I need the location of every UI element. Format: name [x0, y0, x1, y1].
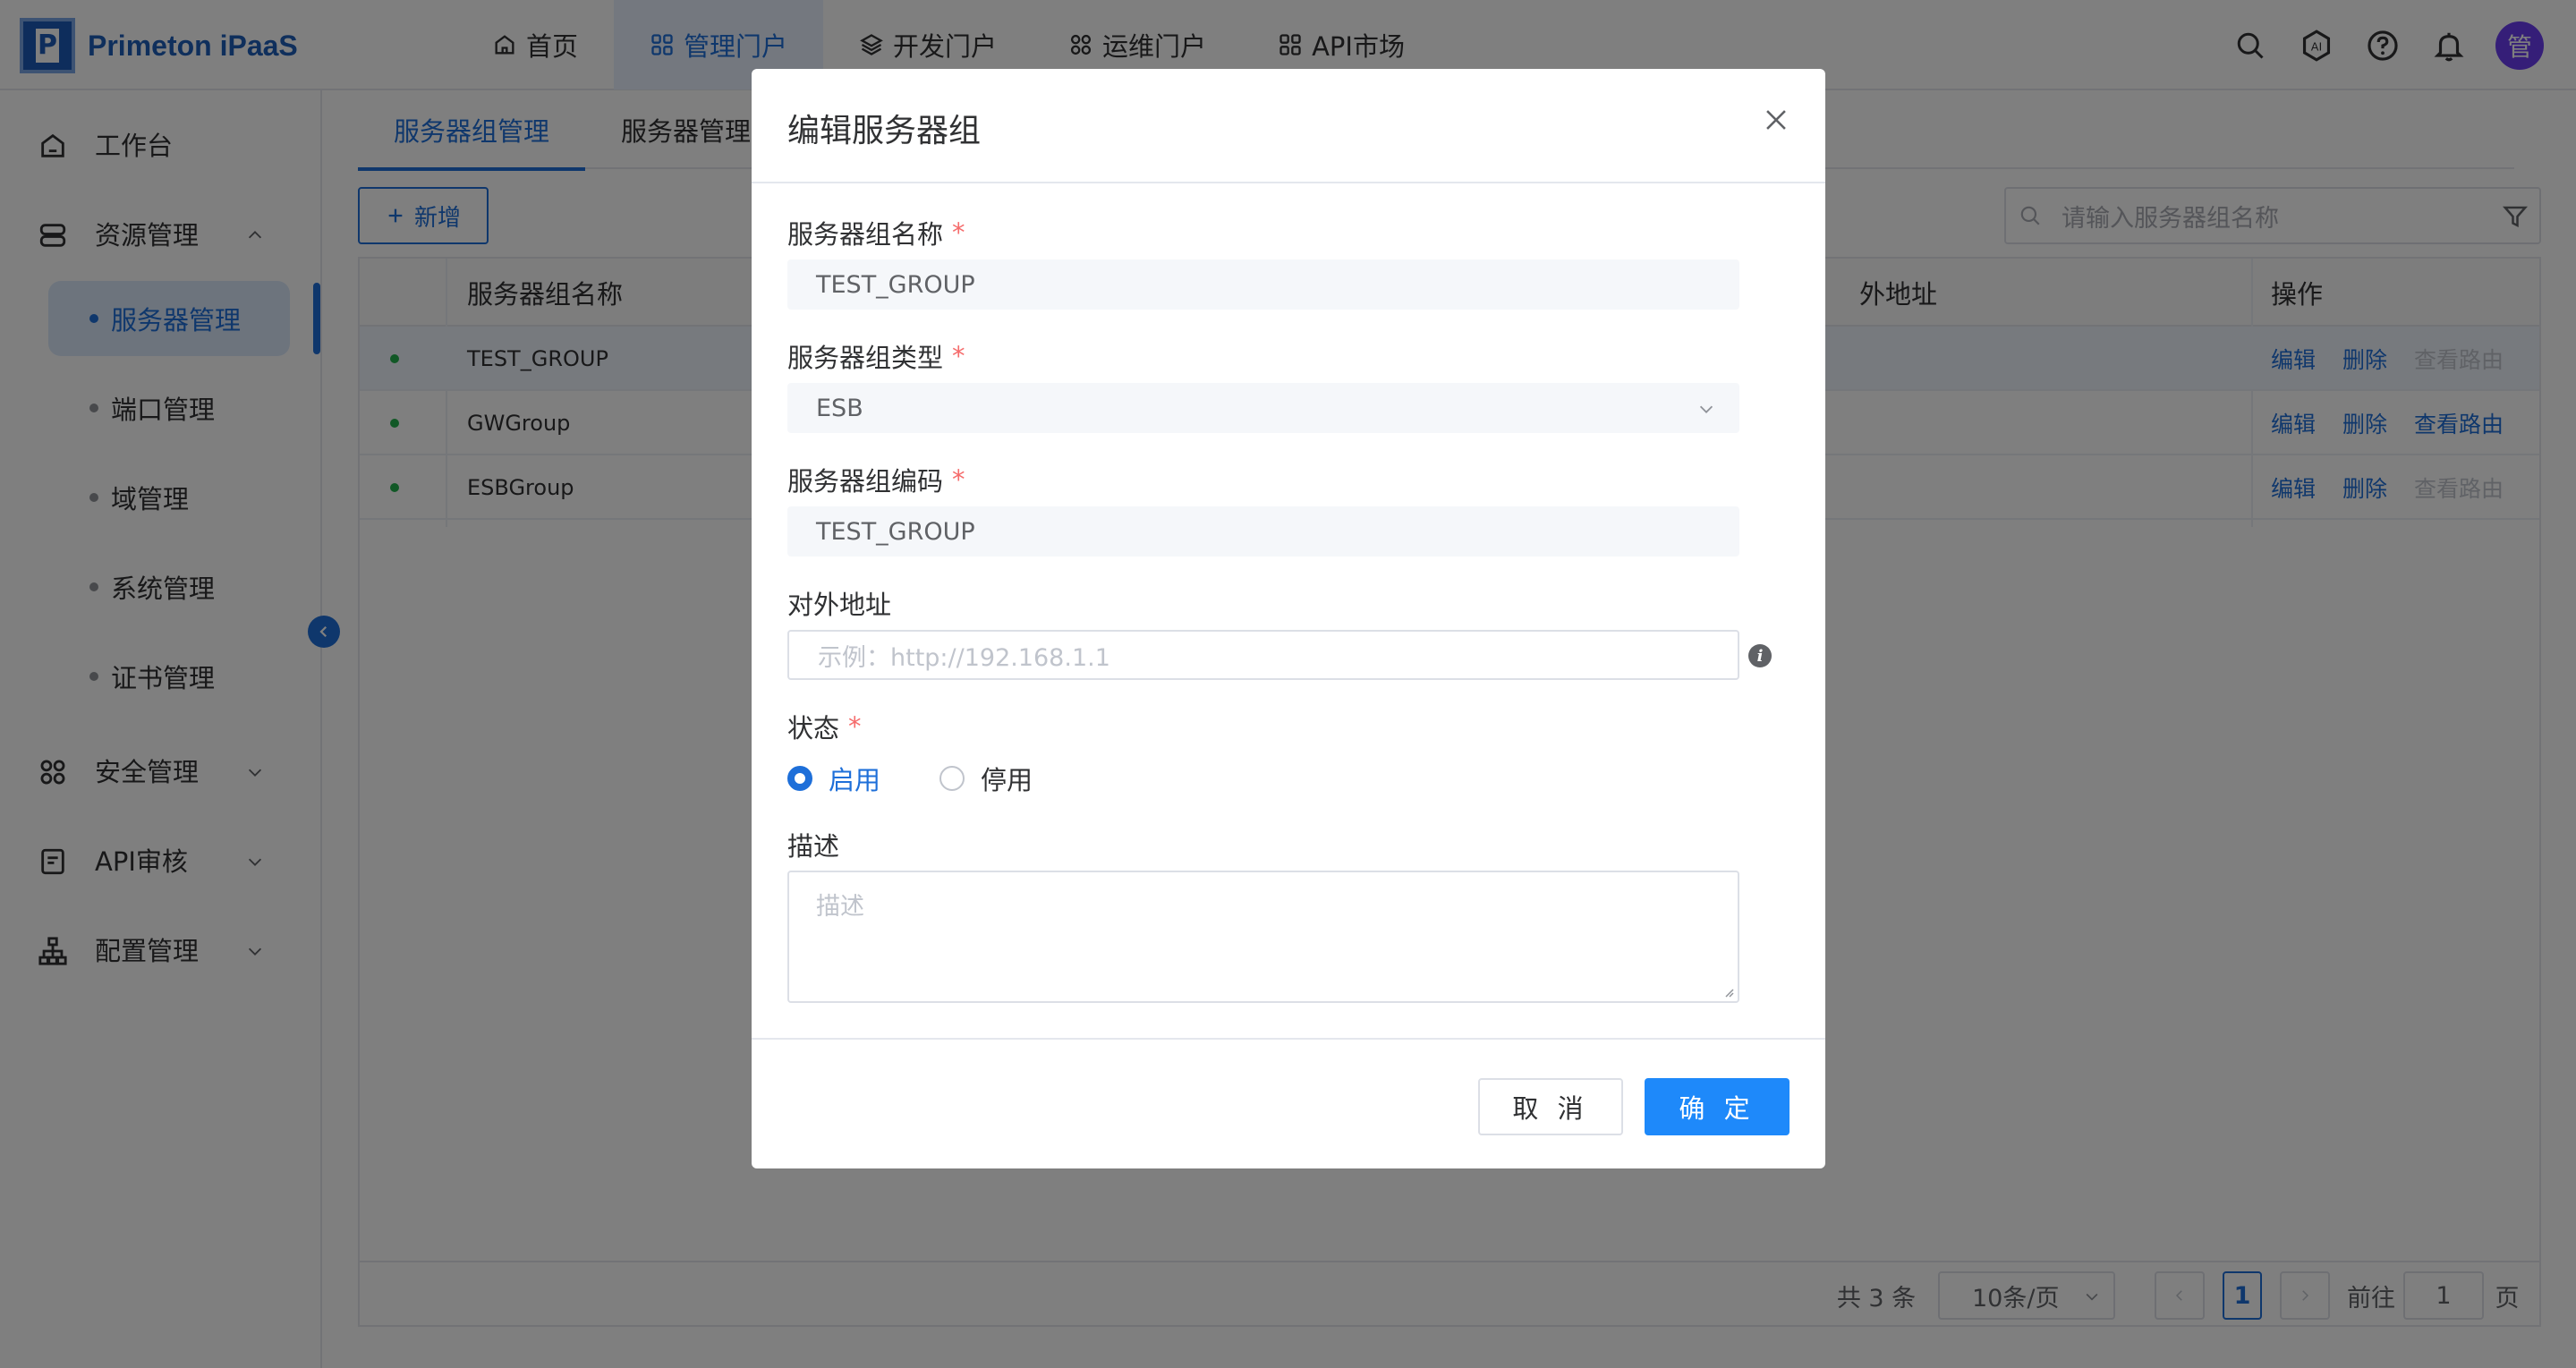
status-radio-enabled[interactable]: 启用 — [787, 760, 880, 797]
external-address-input[interactable]: 示例：http://192.168.1.1 — [787, 630, 1739, 680]
group-code-value: TEST_GROUP — [816, 517, 975, 546]
address-placeholder: 示例：http://192.168.1.1 — [818, 643, 1110, 672]
description-label: 描述 — [787, 826, 839, 863]
info-icon[interactable]: i — [1748, 644, 1772, 667]
type-label: 服务器组类型 * — [787, 337, 965, 375]
radio-checked-icon — [787, 766, 812, 791]
dialog-title: 编辑服务器组 — [787, 113, 982, 149]
edit-server-group-dialog: 编辑服务器组 服务器组名称 * TEST_GROUP 服务器组类型 * ESB 服务… — [752, 69, 1825, 1168]
resize-handle-icon[interactable] — [1722, 985, 1734, 998]
field-label-text: 对外地址 — [787, 590, 892, 620]
field-label-text: 描述 — [787, 831, 840, 862]
code-label: 服务器组编码 * — [787, 461, 965, 498]
required-mark: * — [952, 464, 965, 495]
radio-label: 启用 — [829, 765, 881, 795]
status-label: 状态 * — [787, 708, 862, 745]
radio-label: 停用 — [981, 765, 1033, 795]
chevron-down-icon — [1699, 405, 1713, 413]
address-label: 对外地址 — [787, 584, 891, 622]
required-mark: * — [952, 341, 965, 371]
required-mark: * — [952, 217, 965, 248]
field-label-text: 状态 — [787, 713, 840, 743]
group-type-value: ESB — [816, 394, 863, 422]
status-radio-disabled[interactable]: 停用 — [939, 760, 1033, 797]
field-label-text: 服务器组类型 — [787, 343, 944, 373]
field-label-text: 服务器组编码 — [787, 466, 944, 497]
field-label-text: 服务器组名称 — [787, 219, 944, 250]
group-name-value: TEST_GROUP — [816, 270, 975, 299]
radio-unchecked-icon — [939, 766, 965, 791]
close-icon[interactable] — [1761, 105, 1791, 135]
dialog-footer-divider — [752, 1038, 1825, 1040]
group-type-select[interactable]: ESB — [787, 383, 1739, 433]
dialog-header: 编辑服务器组 — [752, 69, 1825, 183]
cancel-button[interactable]: 取 消 — [1478, 1078, 1623, 1135]
description-textarea[interactable]: 描述 — [787, 871, 1739, 1003]
description-placeholder: 描述 — [816, 893, 864, 921]
group-name-field[interactable]: TEST_GROUP — [787, 259, 1739, 310]
confirm-button[interactable]: 确 定 — [1645, 1078, 1790, 1135]
name-label: 服务器组名称 * — [787, 214, 965, 251]
required-mark: * — [848, 711, 862, 742]
group-code-field[interactable]: TEST_GROUP — [787, 506, 1739, 557]
